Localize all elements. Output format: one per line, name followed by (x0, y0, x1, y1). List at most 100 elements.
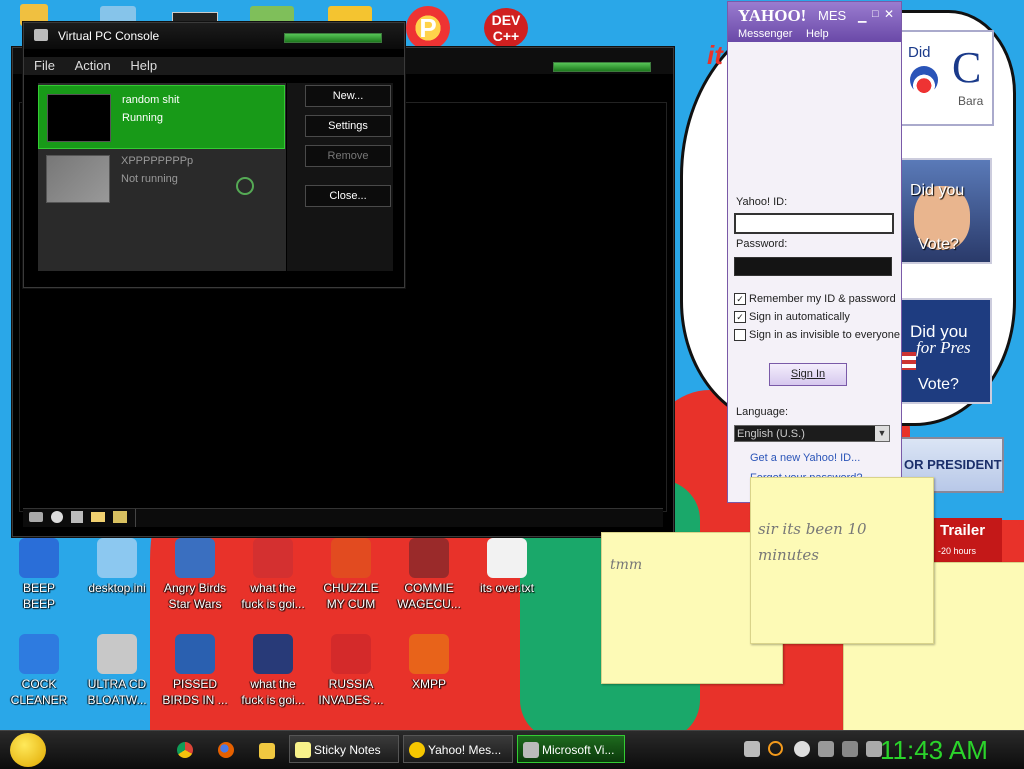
yahoo-id-field[interactable] (734, 213, 894, 234)
chuzzle-icon (331, 538, 371, 578)
angry-birds-star-wars-icon (175, 538, 215, 578)
settings-file-icon (97, 538, 137, 578)
yahoo-id-label: Yahoo! ID: (736, 196, 788, 208)
vm-item-random-shit[interactable]: random shit Running (38, 85, 285, 149)
angry-birds-icon (175, 634, 215, 674)
chrome-icon[interactable] (177, 742, 193, 758)
remove-button[interactable]: Remove (305, 145, 391, 167)
new-id-link[interactable]: Get a new Yahoo! ID... (750, 452, 860, 464)
cd-icon (97, 634, 137, 674)
start-button[interactable] (10, 733, 46, 767)
desktop-icon[interactable]: PISSED BIRDS IN ... (157, 634, 233, 708)
poster-mccain: Did you Vote? (900, 158, 992, 264)
vpc-console-titlebar[interactable]: Virtual PC Console (24, 23, 404, 49)
text-file-icon (487, 538, 527, 578)
menu-help[interactable]: Help (130, 58, 157, 73)
vpc-menubar: File Action Help (24, 57, 404, 75)
tray-vpc-icon[interactable] (744, 741, 760, 757)
yahoo-logo: YAHOO! (738, 6, 807, 25)
recycle-bin-icon (19, 634, 59, 674)
desktop-icon-label: XMPP (411, 677, 446, 691)
auto-signin-checkbox[interactable]: ✓ Sign in automatically (734, 311, 850, 324)
taskbar-sticky-notes[interactable]: Sticky Notes (289, 735, 399, 763)
vm-statusbar (23, 508, 663, 527)
sticky-note-text[interactable]: tmm (610, 557, 642, 573)
sign-in-button[interactable]: Sign In (769, 363, 847, 386)
tray-status-icon[interactable] (794, 741, 810, 757)
floppy-icon[interactable] (71, 511, 83, 523)
new-vm-button[interactable]: New... (305, 85, 391, 107)
pidgin-icon[interactable]: P (406, 6, 450, 50)
settings-button[interactable]: Settings (305, 115, 391, 137)
yahoo-smiley-icon (409, 742, 425, 758)
desktop-icon[interactable]: RUSSIA INVADES ... (313, 634, 389, 708)
taskbar-yahoo[interactable]: Yahoo! Mes... (403, 735, 513, 763)
disk-icon[interactable] (29, 512, 43, 522)
desktop-icon[interactable]: CHUZZLE MY CUM (313, 538, 389, 612)
firefox-icon[interactable] (218, 742, 234, 758)
desktop-icon[interactable]: what the fuck is goi... (235, 538, 311, 612)
menu-action[interactable]: Action (75, 58, 111, 73)
maximize-button[interactable]: □ (872, 8, 879, 20)
sticky-note-2[interactable]: sir its been 10 minutes (750, 477, 934, 644)
menu-file[interactable]: File (34, 58, 55, 73)
remember-checkbox[interactable]: ✓ Remember my ID & password (734, 293, 896, 306)
vpc-console-title: Virtual PC Console (58, 29, 160, 43)
angry-bird-icon (253, 538, 293, 578)
menu-messenger[interactable]: Messenger (738, 28, 792, 40)
vm-name: random shit (122, 94, 180, 106)
close-button[interactable]: Close... (305, 185, 391, 207)
password-field[interactable] (734, 257, 892, 276)
sticky-note-text[interactable]: sir its been 10 minutes (758, 516, 867, 568)
tray-flag-icon[interactable] (818, 741, 834, 757)
devcpp-icon[interactable]: DEV C++ (484, 8, 528, 48)
tray-search-icon[interactable] (768, 741, 783, 756)
poster-obama: Did C Bara (900, 30, 994, 126)
desktop-icon-label: PISSED BIRDS IN ... (162, 677, 228, 707)
network-icon[interactable] (113, 511, 127, 523)
virtual-pc-icon (523, 742, 539, 758)
desktop-icon[interactable]: COMMIE WAGECU... (391, 538, 467, 612)
desktop-icon[interactable]: XMPP (391, 634, 467, 692)
desktop-icon[interactable]: ULTRA CD BLOATW... (79, 634, 155, 708)
language-select[interactable]: English (U.S.) ▼ (734, 425, 890, 442)
taskbar-virtual-pc[interactable]: Microsoft Vi... (517, 735, 625, 763)
folder-blue-icon (19, 538, 59, 578)
desktop-icon-label: COMMIE WAGECU... (397, 581, 461, 611)
desktop-icon-label: desktop.ini (88, 581, 146, 595)
vpc-console-window[interactable]: Virtual PC Console File Action Help rand… (23, 22, 405, 288)
sticky-notes-icon (295, 742, 311, 758)
desktop-icon[interactable]: its over.txt (469, 538, 545, 596)
poster-vote: Did you for Pres Vote? (900, 298, 992, 404)
xampp-icon (409, 634, 449, 674)
minimize-button[interactable]: ▁ (858, 10, 866, 23)
desktop-icon[interactable]: Angry Birds Star Wars (157, 538, 233, 612)
desktop-icon-label: BEEP BEEP (22, 581, 55, 611)
close-button[interactable]: ✕ (884, 7, 894, 21)
desktop-icon[interactable]: desktop.ini (79, 538, 155, 596)
yahoo-messenger-window[interactable]: YAHOO! MES ▁ □ ✕ Messenger Help Yahoo! I… (727, 1, 902, 503)
vm-state: Running (122, 112, 163, 124)
commie-icon (409, 538, 449, 578)
desktop-icon[interactable]: COCK CLEANER (1, 634, 77, 708)
desktop-icon-label: RUSSIA INVADES ... (318, 677, 384, 707)
tray-network-icon[interactable] (842, 741, 858, 757)
chevron-down-icon: ▼ (875, 426, 889, 441)
cd-icon[interactable] (51, 511, 63, 523)
vm-item-xp[interactable]: XPPPPPPPPp Not running (38, 147, 283, 209)
invisible-checkbox[interactable]: Sign in as invisible to everyone (734, 329, 900, 342)
shared-folder-icon[interactable] (91, 512, 105, 522)
vpc-app-icon (34, 29, 48, 41)
desktop-icon[interactable]: BEEP BEEP (1, 538, 77, 612)
trailer-tile: Trailer -20 hours (932, 518, 1002, 564)
desktop-icon-label: CHUZZLE MY CUM (323, 581, 379, 611)
folder-icon[interactable] (259, 743, 275, 759)
desktop-icon[interactable]: what the fuck is goi... (235, 634, 311, 708)
clock[interactable]: 11:43 AM (880, 735, 988, 766)
cursor-icon (236, 177, 254, 195)
radiation-icon (331, 634, 371, 674)
yahoo-titlebar[interactable]: YAHOO! MES ▁ □ ✕ Messenger Help (728, 2, 901, 42)
menu-help[interactable]: Help (806, 28, 829, 40)
desktop-icon-label: what the fuck is goi... (241, 581, 305, 611)
taskbar: Sticky Notes Yahoo! Mes... Microsoft Vi.… (0, 730, 1024, 769)
